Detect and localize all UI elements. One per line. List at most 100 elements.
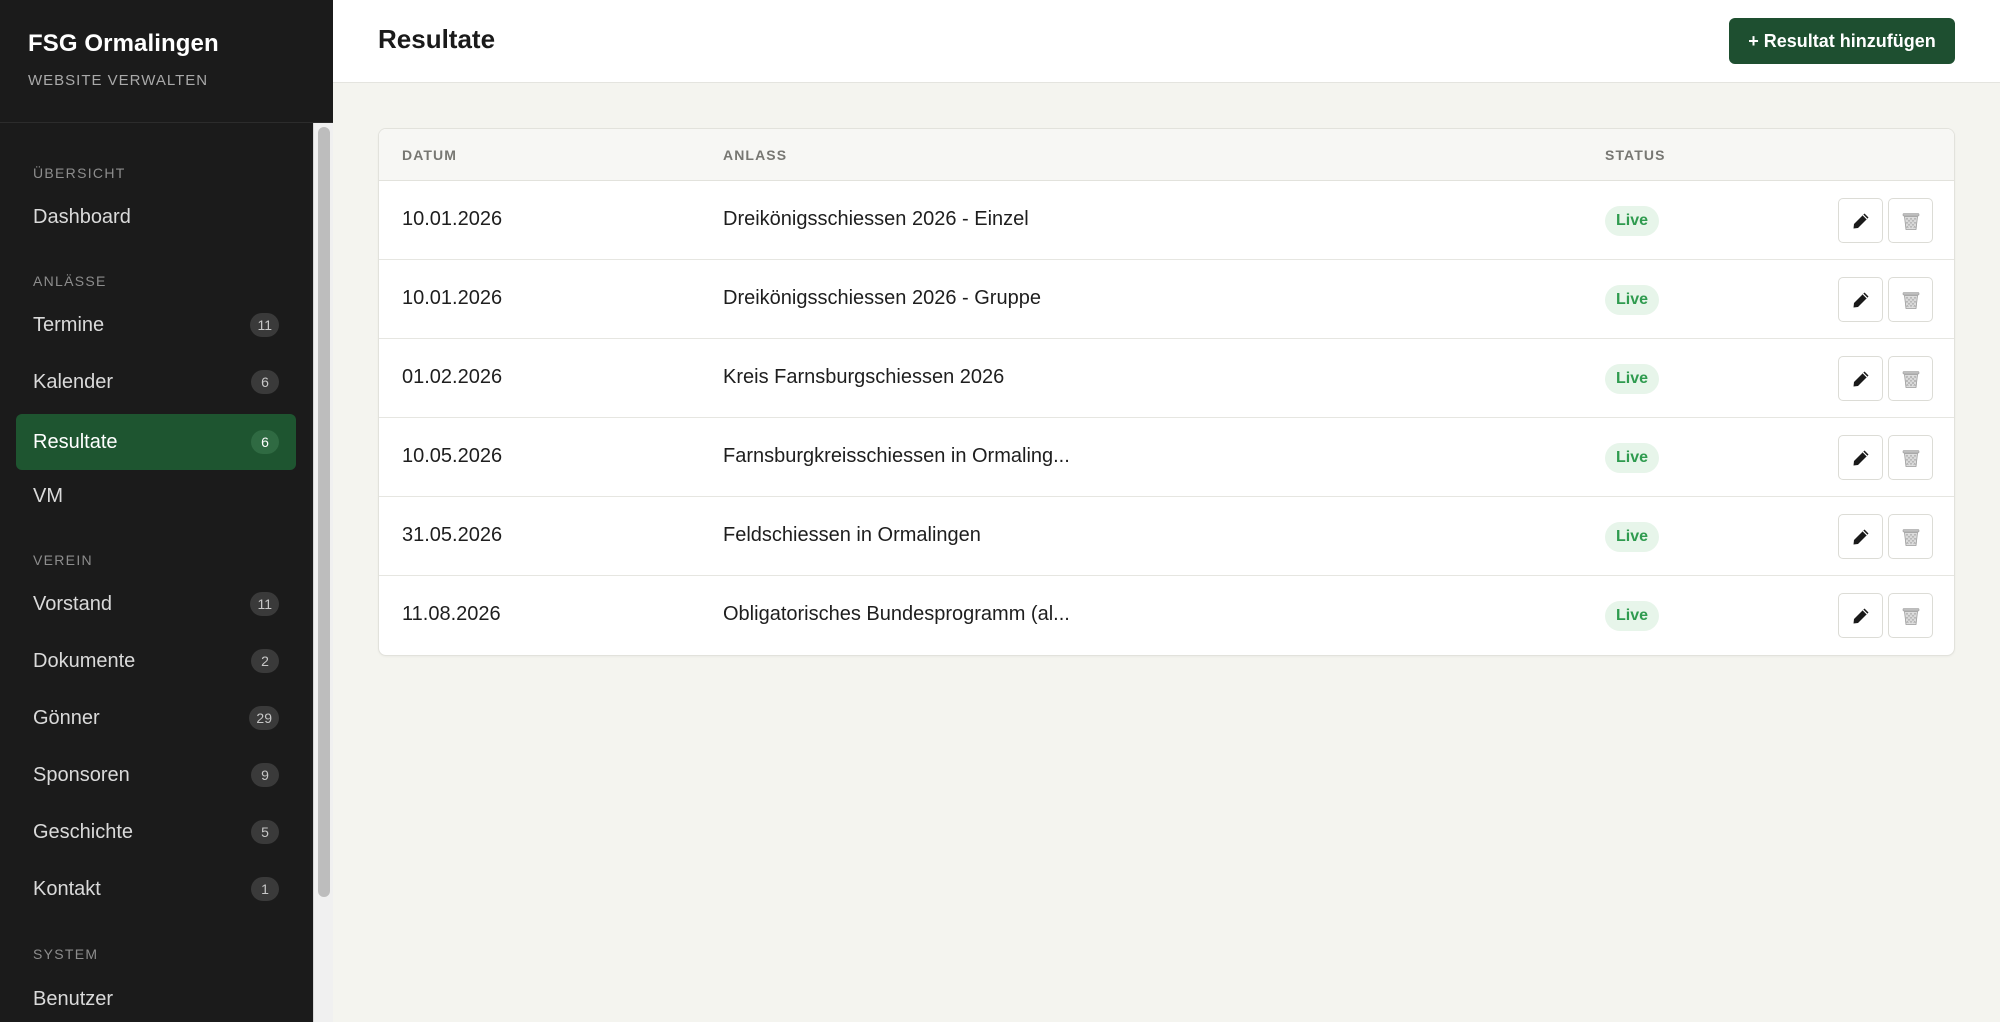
edit-button[interactable] (1838, 593, 1883, 638)
trash-icon (1902, 607, 1919, 625)
status-badge: Live (1605, 206, 1660, 236)
sidebar-item-vm[interactable]: VM (16, 468, 296, 524)
sidebar-item-label: Vorstand (33, 592, 112, 615)
row-date: 11.08.2026 (402, 603, 501, 625)
row-date: 31.05.2026 (402, 524, 503, 546)
table-row[interactable]: 10.01.2026 Dreikönigsschiessen 2026 - Gr… (379, 260, 1954, 339)
sidebar-item-geschichte[interactable]: Geschichte 5 (16, 804, 296, 860)
sidebar-item-kalender[interactable]: Kalender 6 (16, 354, 296, 410)
sidebar-item-label: Dashboard (33, 205, 131, 228)
table-body: 10.01.2026 Dreikönigsschiessen 2026 - Ei… (379, 181, 1954, 655)
count-badge: 5 (251, 820, 279, 844)
trash-icon (1902, 212, 1919, 230)
sidebar-item-dokumente[interactable]: Dokumente 2 (16, 633, 296, 689)
count-badge: 11 (250, 313, 279, 337)
count-badge: 9 (251, 763, 279, 787)
table-row[interactable]: 10.05.2026 Farnsburgkreisschiessen in Or… (379, 418, 1954, 497)
pencil-icon (1853, 213, 1868, 228)
sidebar-item-label: Dokumente (33, 649, 136, 672)
row-event: Obligatorisches Bundesprogramm (al... (723, 603, 1070, 625)
count-badge: 1 (251, 877, 279, 901)
count-badge: 6 (251, 430, 279, 454)
delete-button[interactable] (1888, 277, 1933, 322)
column-header-event[interactable]: ANLASS (723, 147, 787, 163)
sidebar-item-resultate[interactable]: Resultate 6 (16, 414, 296, 470)
row-event: Kreis Farnsburgschiessen 2026 (723, 366, 1005, 388)
row-event: Dreikönigsschiessen 2026 - Gruppe (723, 287, 1041, 309)
sidebar-item-sponsoren[interactable]: Sponsoren 9 (16, 747, 296, 803)
delete-button[interactable] (1888, 356, 1933, 401)
count-badge: 6 (251, 370, 279, 394)
sidebar-item-label: Gönner (33, 706, 100, 729)
row-date: 10.01.2026 (402, 287, 503, 309)
sidebar-item-label: Kontakt (33, 877, 101, 900)
sidebar-item-label: Sponsoren (33, 763, 130, 786)
sidebar-item-label: Resultate (33, 430, 118, 453)
status-badge: Live (1605, 285, 1660, 315)
row-date: 10.01.2026 (402, 208, 503, 230)
sidebar-item-termine[interactable]: Termine 11 (16, 297, 296, 353)
sidebar-item-label: VM (33, 484, 63, 507)
brand-title: FSG Ormalingen (28, 30, 219, 57)
sidebar-nav: ÜBERSICHT Dashboard ANLÄSSE Termine 11 K… (0, 124, 313, 1022)
nav-section-verein: VEREIN (33, 552, 93, 568)
top-bar: Resultate + Resultat hinzufügen (333, 0, 2000, 83)
brand-subtitle: WEBSITE VERWALTEN (28, 72, 209, 89)
status-badge: Live (1605, 443, 1660, 473)
trash-icon (1902, 370, 1919, 388)
row-event: Feldschiessen in Ormalingen (723, 524, 981, 546)
pencil-icon (1853, 292, 1868, 307)
count-badge: 11 (250, 592, 279, 616)
edit-button[interactable] (1838, 356, 1883, 401)
table-row[interactable]: 01.02.2026 Kreis Farnsburgschiessen 2026… (379, 339, 1954, 418)
edit-button[interactable] (1838, 514, 1883, 559)
table-header: DATUM ANLASS STATUS (379, 129, 1954, 181)
pencil-icon (1853, 608, 1868, 623)
pencil-icon (1853, 371, 1868, 386)
table-row[interactable]: 11.08.2026 Obligatorisches Bundesprogram… (379, 576, 1954, 655)
sidebar-item-label: Geschichte (33, 820, 134, 843)
sidebar-item-benutzer[interactable]: Benutzer (16, 971, 296, 1022)
edit-button[interactable] (1838, 435, 1883, 480)
edit-button[interactable] (1838, 277, 1883, 322)
sidebar-item-kontakt[interactable]: Kontakt 1 (16, 861, 296, 917)
sidebar: FSG Ormalingen WEBSITE VERWALTEN ÜBERSIC… (0, 0, 333, 1022)
count-badge: 2 (251, 649, 279, 673)
row-event: Farnsburgkreisschiessen in Ormaling... (723, 445, 1070, 467)
delete-button[interactable] (1888, 435, 1933, 480)
sidebar-item-label: Benutzer (33, 987, 114, 1010)
sidebar-item-vorstand[interactable]: Vorstand 11 (16, 576, 296, 632)
pencil-icon (1853, 450, 1868, 465)
delete-button[interactable] (1888, 198, 1933, 243)
count-badge: 29 (249, 706, 279, 730)
edit-button[interactable] (1838, 198, 1883, 243)
trash-icon (1902, 291, 1919, 309)
status-badge: Live (1605, 601, 1660, 631)
sidebar-item-dashboard[interactable]: Dashboard (16, 189, 296, 245)
sidebar-item-goenner[interactable]: Gönner 29 (16, 690, 296, 746)
trash-icon (1902, 528, 1919, 546)
delete-button[interactable] (1888, 514, 1933, 559)
sidebar-scrollbar[interactable] (313, 123, 333, 1022)
table-row[interactable]: 31.05.2026 Feldschiessen in Ormalingen L… (379, 497, 1954, 576)
nav-section-anlaesse: ANLÄSSE (33, 273, 107, 289)
nav-section-system: SYSTEM (33, 946, 99, 962)
page-title: Resultate (378, 24, 496, 54)
nav-section-uebersicht: ÜBERSICHT (33, 165, 126, 181)
row-date: 10.05.2026 (402, 445, 503, 467)
results-table: DATUM ANLASS STATUS 10.01.2026 Dreikönig… (378, 128, 1955, 656)
column-header-date[interactable]: DATUM (402, 147, 457, 163)
delete-button[interactable] (1888, 593, 1933, 638)
row-event: Dreikönigsschiessen 2026 - Einzel (723, 208, 1029, 230)
add-result-button[interactable]: + Resultat hinzufügen (1729, 18, 1955, 64)
status-badge: Live (1605, 522, 1660, 552)
sidebar-item-label: Kalender (33, 370, 114, 393)
table-row[interactable]: 10.01.2026 Dreikönigsschiessen 2026 - Ei… (379, 181, 1954, 260)
brand: FSG Ormalingen WEBSITE VERWALTEN (0, 0, 333, 123)
column-header-status[interactable]: STATUS (1605, 147, 1666, 163)
pencil-icon (1853, 529, 1868, 544)
scrollbar-thumb[interactable] (318, 127, 330, 897)
sidebar-item-label: Termine (33, 313, 105, 336)
status-badge: Live (1605, 364, 1660, 394)
trash-icon (1902, 449, 1919, 467)
